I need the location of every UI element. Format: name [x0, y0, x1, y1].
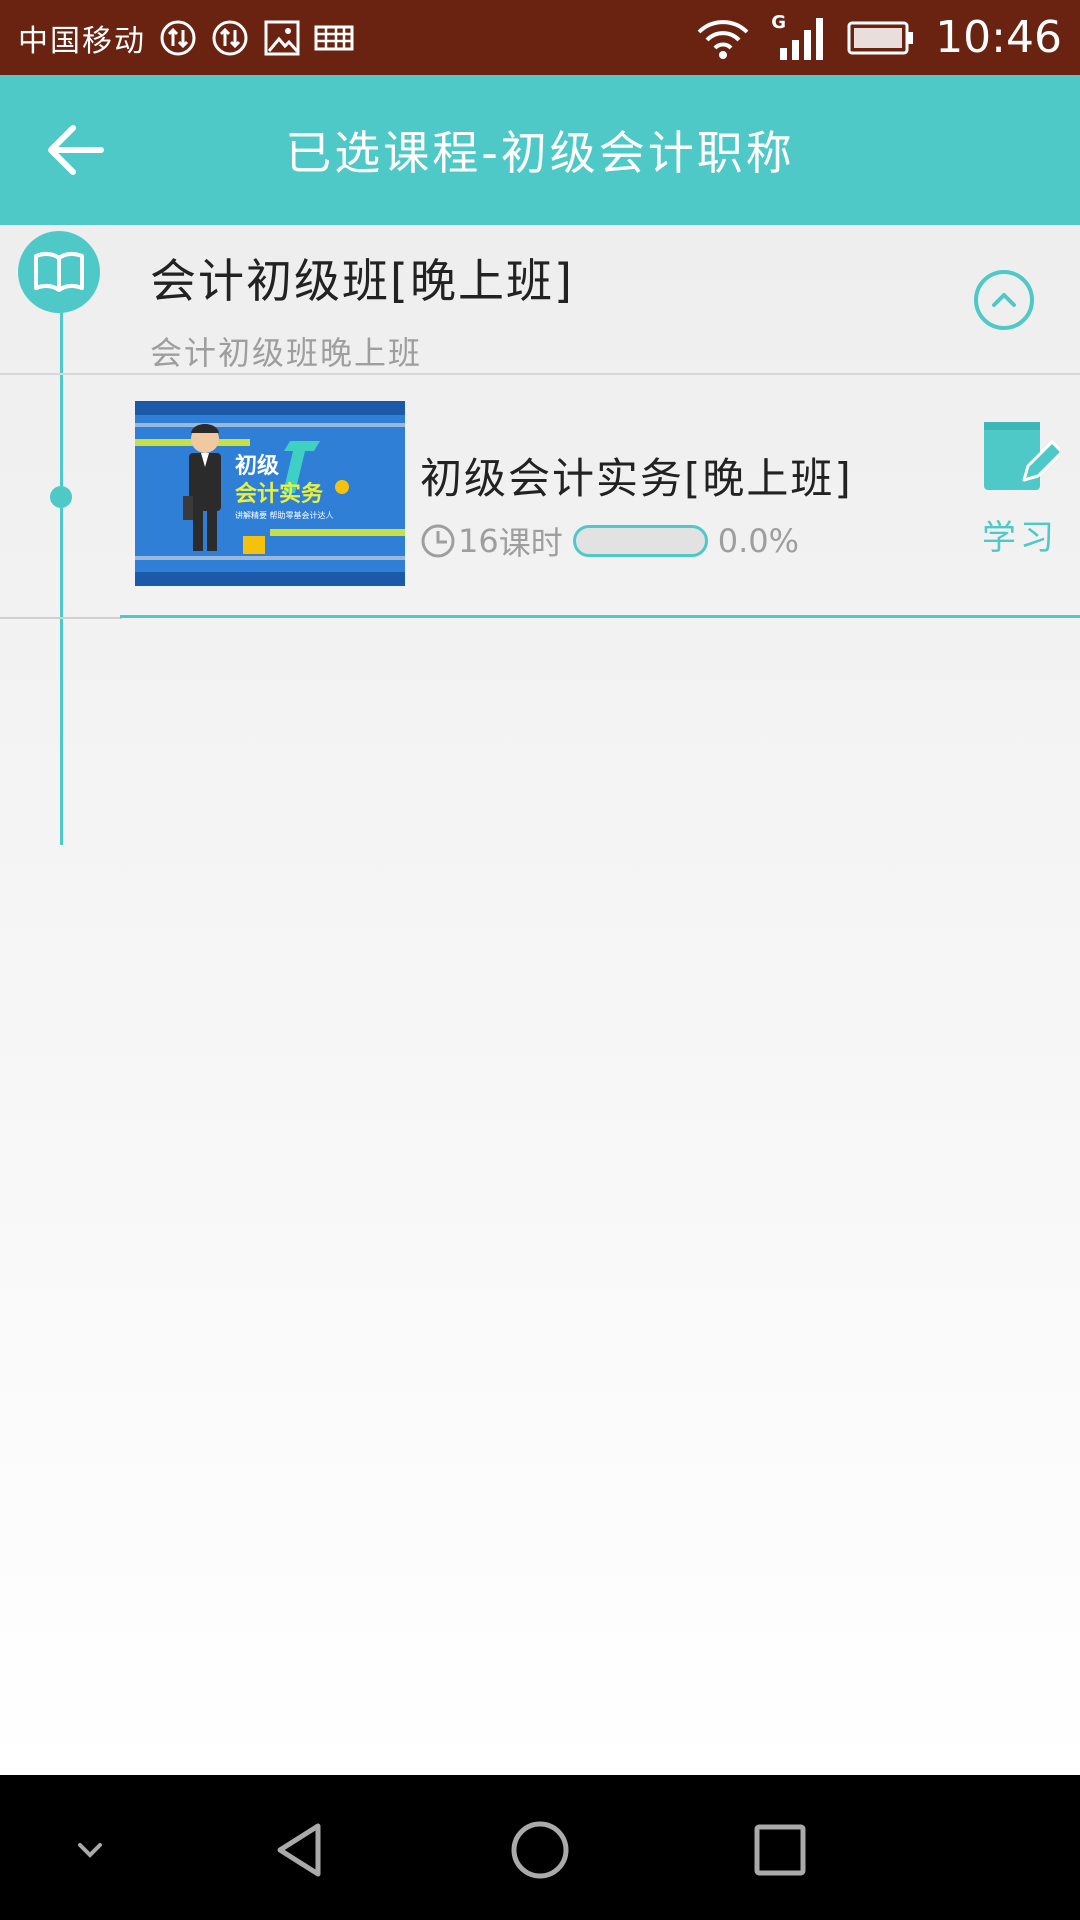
- open-book-icon: [18, 231, 100, 313]
- data-transfer-icon: [210, 18, 250, 58]
- recents-square-icon: [754, 1824, 806, 1876]
- lesson-meta: 16 课时 0.0%: [420, 518, 799, 564]
- status-clock: 10:46: [935, 12, 1062, 63]
- system-nav-bar: [0, 1775, 1080, 1920]
- signal-icon: G: [771, 12, 827, 60]
- row-divider: [0, 617, 122, 619]
- svg-text:会计实务: 会计实务: [235, 481, 324, 507]
- lesson-thumbnail[interactable]: 初级 会计实务 讲解精要 帮助零基会计达人: [135, 401, 405, 586]
- course-title: 会计初级班[晚上班]: [150, 254, 574, 308]
- svg-text:讲解精要 帮助零基会计达人: 讲解精要 帮助零基会计达人: [235, 510, 334, 520]
- row-divider-accent: [120, 615, 1080, 618]
- course-subtitle: 会计初级班晚上班: [150, 334, 423, 372]
- edit-note-icon: [984, 422, 1064, 490]
- collapse-button[interactable]: [974, 270, 1034, 330]
- home-circle-icon: [511, 1821, 569, 1879]
- svg-text:初级: 初级: [235, 453, 279, 479]
- lesson-hours: 16: [458, 522, 499, 560]
- data-transfer-icon: [158, 18, 198, 58]
- progress-percent: 0.0%: [717, 522, 800, 560]
- timeline-dot: [50, 486, 72, 508]
- page-title: 已选课程-初级会计职称: [285, 126, 795, 180]
- clock-icon: [420, 523, 456, 559]
- back-triangle-icon: [277, 1823, 321, 1877]
- app-header: 已选课程-初级会计职称: [0, 75, 1080, 225]
- network-type-badge: G: [771, 11, 786, 33]
- chevron-down-icon: [78, 1843, 102, 1858]
- chevron-up-icon: [992, 293, 1016, 307]
- lesson-hours-unit: 课时: [498, 524, 563, 562]
- hide-nav-button[interactable]: [55, 1815, 125, 1885]
- lesson-title: 初级会计实务[晚上班]: [420, 454, 853, 503]
- status-left: 中国移动: [18, 16, 695, 60]
- keyboard-icon: [314, 18, 354, 58]
- course-list: 会计初级班[晚上班] 会计初级班晚上班 初级 会计实务 讲解精要 帮助零基会计达…: [0, 225, 1080, 1775]
- progress-bar: [572, 525, 708, 557]
- study-button[interactable]: 学习: [975, 420, 1065, 570]
- lesson-item[interactable]: 初级 会计实务 讲解精要 帮助零基会计达人 初级会计实务[晚上班] 16 课时 …: [0, 375, 1080, 620]
- carrier-name: 中国移动: [18, 23, 146, 59]
- image-icon: [262, 18, 302, 58]
- course-group-header[interactable]: 会计初级班[晚上班] 会计初级班晚上班: [0, 225, 1080, 375]
- study-label: 学习: [982, 518, 1058, 558]
- arrow-left-icon: [48, 125, 104, 175]
- nav-back-button[interactable]: [265, 1815, 335, 1885]
- nav-home-button[interactable]: [505, 1815, 575, 1885]
- back-button[interactable]: [30, 110, 120, 190]
- battery-icon: [847, 18, 915, 58]
- wifi-icon: [695, 18, 751, 59]
- nav-recents-button[interactable]: [745, 1815, 815, 1885]
- status-bar: 中国移动 G 10:46: [0, 0, 1080, 75]
- status-right: G 10:46: [695, 12, 1062, 63]
